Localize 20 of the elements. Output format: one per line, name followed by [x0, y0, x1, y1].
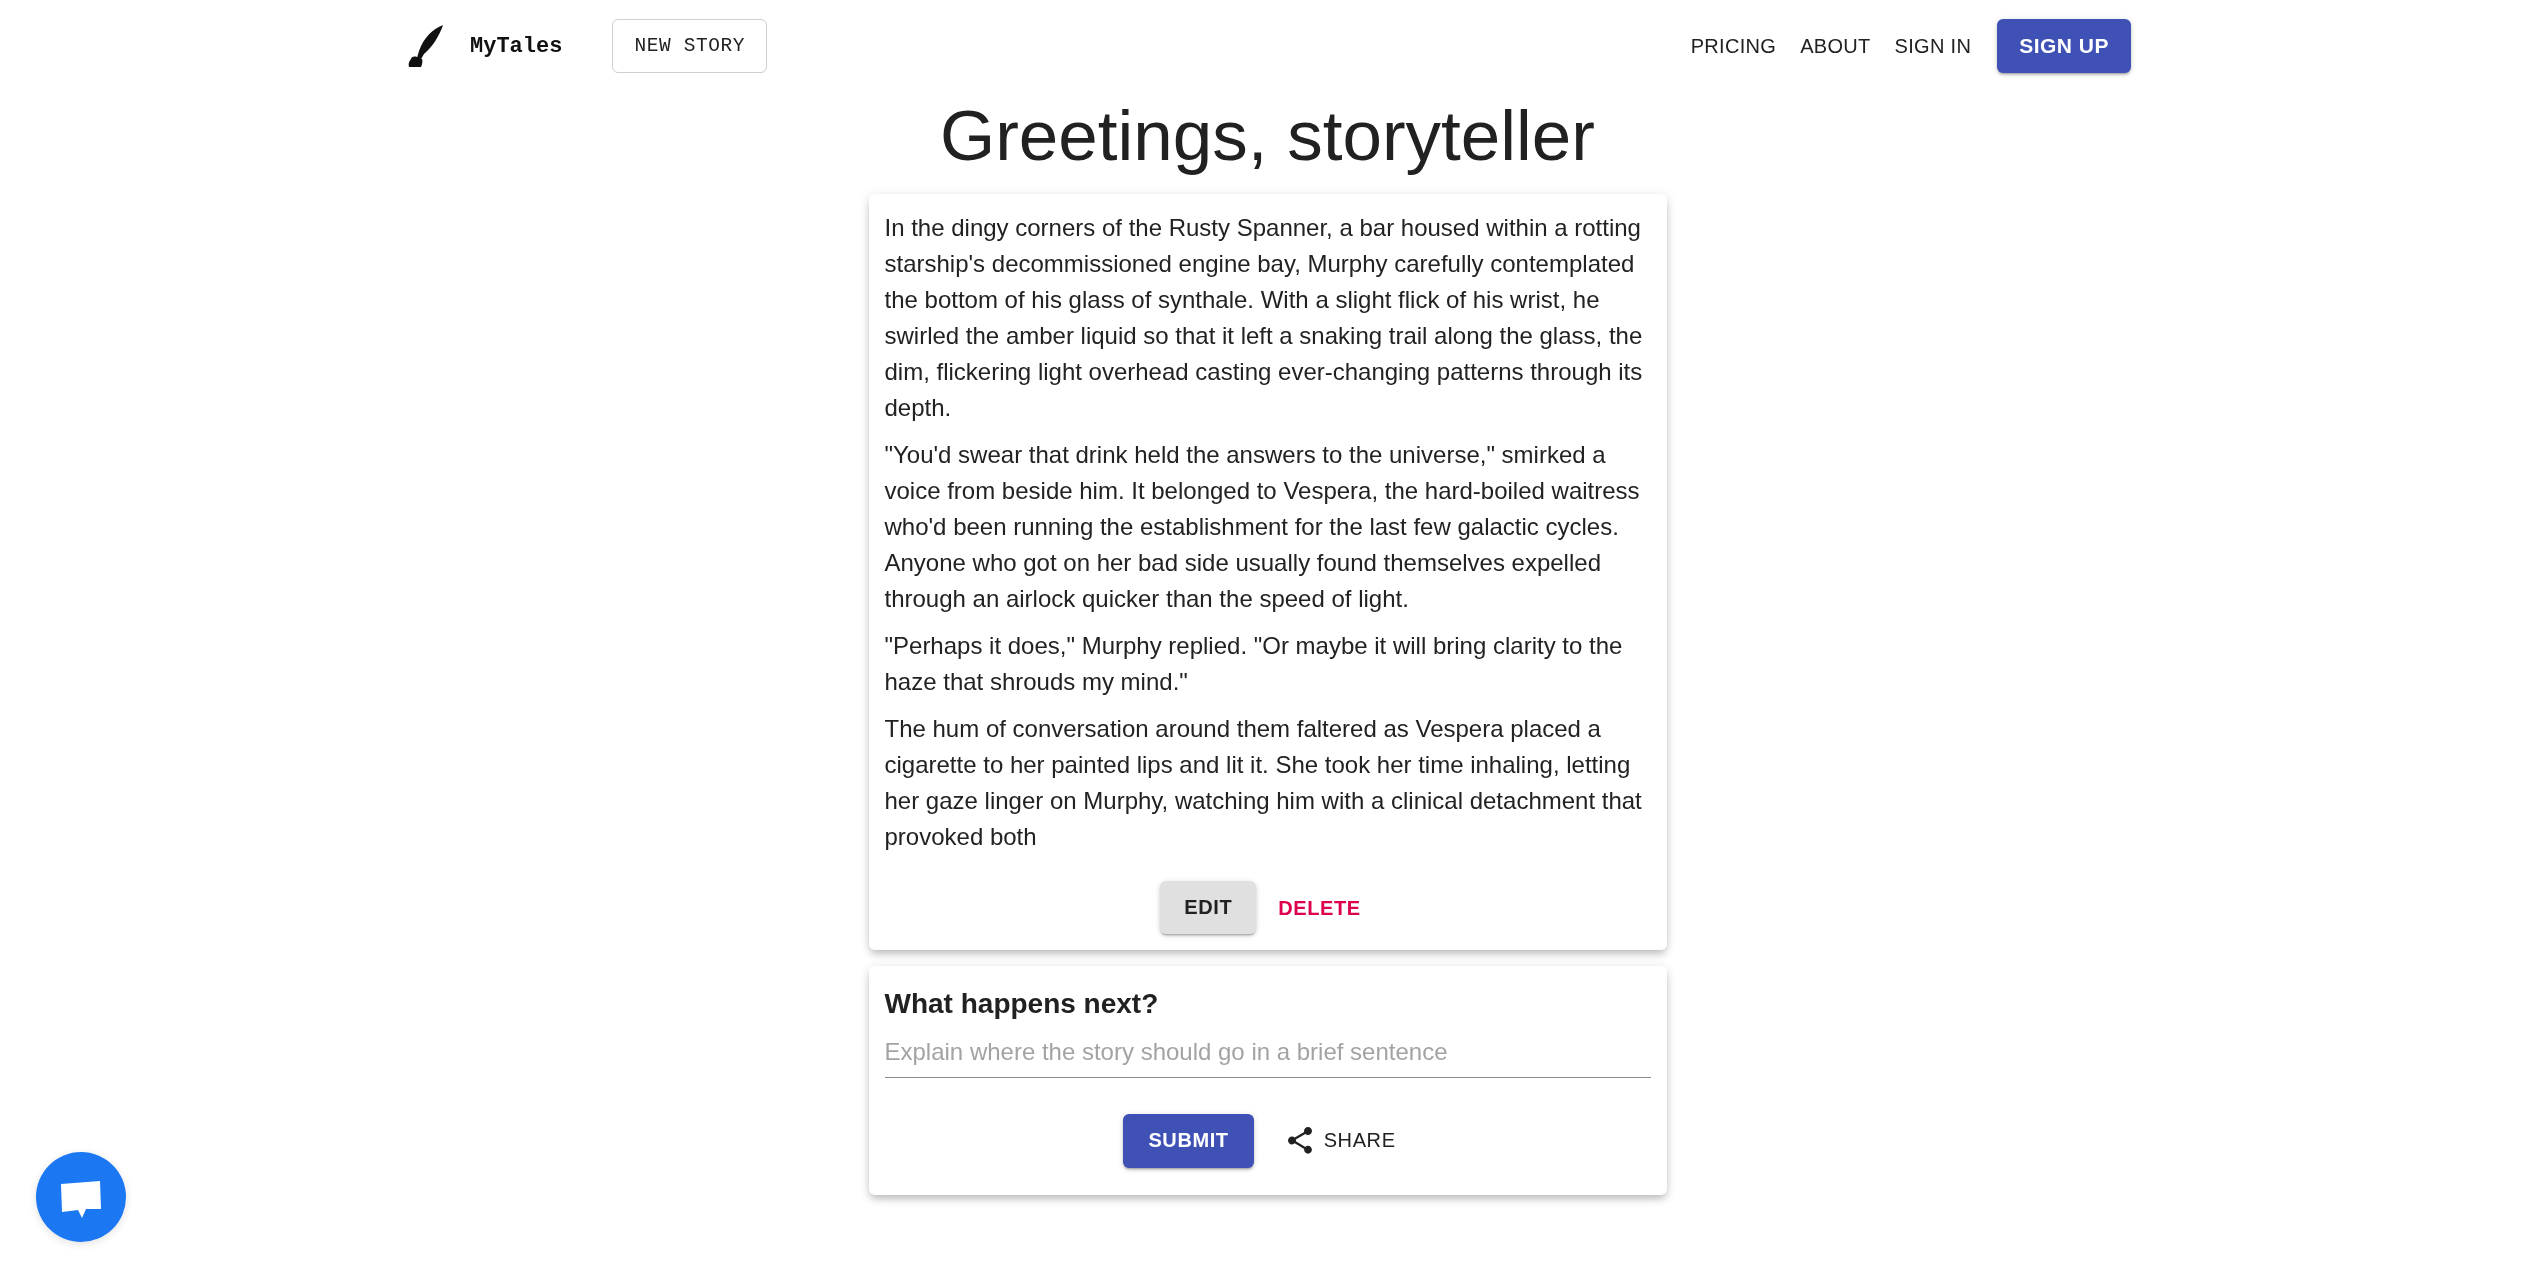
share-icon: [1287, 1127, 1312, 1154]
speech-bubble-icon: [60, 1180, 102, 1218]
prompt-heading: What happens next?: [884, 987, 1160, 1021]
quill-icon: [407, 25, 443, 67]
edit-button[interactable]: EDIT: [1160, 881, 1257, 934]
story-paragraph: "You'd swear that drink held the answers to the universe," smirked a voice from beside him. It belonged to Vespera, the hard-boiled waitress who'd been running the establishment for the last few galactic cycles. Anyone who got on her bad side usually found themselves expelled through an airlock quicker than the speed of light.: [884, 440, 1641, 614]
story-paragraph: "Perhaps it does," Murphy replied. "Or maybe it will bring clarity to the haze that shrouds my mind.": [884, 631, 1624, 697]
sign-up-button[interactable]: SIGN UP: [1997, 19, 2131, 73]
delete-button[interactable]: DELETE: [1264, 881, 1375, 935]
new-story-button[interactable]: NEW STORY: [612, 19, 768, 73]
story-paragraph: In the dingy corners of the Rusty Spanner, a bar housed within a rotting starship's decommissioned engine bay, Murphy carefully contemplated the bottom of his glass of synthale. With a slight flick of his wrist, he swirled the amber liquid so that it left a snaking trail along the glass, the dim, flickering light overhead casting ever-changing patterns through its depth.: [884, 213, 1644, 423]
submit-button[interactable]: SUBMIT: [1123, 1113, 1254, 1168]
share-button[interactable]: SHARE: [1271, 1113, 1412, 1168]
story-paragraph: The hum of conversation around them faltered as Vespera placed a cigarette to her painted lips and lit it. She took her time inhaling, letting her gaze linger on Murphy, watching him with a clinical detachment that provoked both: [884, 714, 1643, 852]
brand-name[interactable]: MyTales: [470, 33, 563, 59]
nav-link[interactable]: SIGN IN: [1882, 19, 1984, 73]
nav-link[interactable]: ABOUT: [1788, 19, 1883, 73]
page-title: Greetings, storyteller: [940, 95, 1595, 177]
nav-link[interactable]: PRICING: [1678, 19, 1789, 73]
story-direction-input[interactable]: Explain where the story should go in a brief sentence: [884, 1026, 1651, 1078]
